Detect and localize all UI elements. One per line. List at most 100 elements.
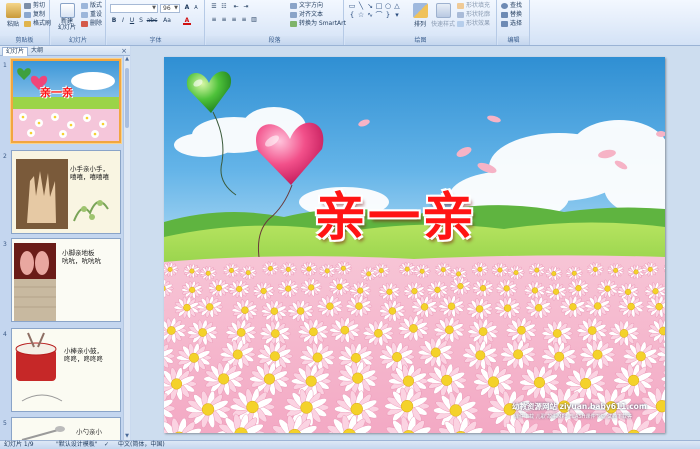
effects-icon xyxy=(457,20,464,27)
slide-thumbnail-1[interactable]: 亲一亲 xyxy=(11,59,121,143)
brush-icon xyxy=(24,20,31,27)
editing-group-label: 编辑 xyxy=(498,36,529,45)
smartart-icon xyxy=(290,20,297,27)
quick-styles-button[interactable]: 快速样式 xyxy=(431,3,455,28)
slide-title[interactable]: 亲一亲 xyxy=(314,175,476,250)
slide-5-text: 小勺亲小 xyxy=(76,428,102,436)
layout-button[interactable]: 版式 xyxy=(81,2,102,10)
change-case-button[interactable]: Aa xyxy=(162,17,172,25)
current-slide[interactable]: 亲一亲 幼教资源网站 ziyuan.baby611.com 课件下载 儿歌 故事… xyxy=(164,57,665,433)
slide-counter: 幻灯片 1/9 xyxy=(4,441,34,448)
arrow-shape-icon[interactable]: ↘ xyxy=(366,2,374,10)
slide-thumbnail-2[interactable]: 小手亲小手， 嘻嘻，嘻嘻嘻 xyxy=(11,150,121,234)
shape-outline-button[interactable]: 形状轮廓 xyxy=(457,11,490,19)
slides-group: 新建 幻灯片 版式 重设 删除 幻灯片 xyxy=(51,0,106,45)
language-indicator: 中文(简体，中国) xyxy=(118,441,165,448)
curve-shape-icon[interactable]: ∿ xyxy=(366,11,374,19)
justify-icon[interactable]: ≡ xyxy=(240,16,248,24)
slide-number: 5 xyxy=(3,420,7,427)
paste-icon xyxy=(5,3,21,18)
reset-button[interactable]: 重设 xyxy=(81,11,102,19)
oval-shape-icon[interactable]: ○ xyxy=(384,2,392,10)
slide-2-preview xyxy=(16,159,109,229)
delete-icon xyxy=(81,20,88,27)
delete-slide-button[interactable]: 删除 xyxy=(81,20,102,28)
star-shape-icon[interactable]: ☆ xyxy=(357,11,365,19)
cut-button[interactable]: 剪切 xyxy=(24,2,45,10)
more-shapes-icon[interactable]: ▾ xyxy=(393,11,401,19)
chevron-shape-icon[interactable]: ⌒ xyxy=(375,11,383,19)
align-right-icon[interactable]: ≡ xyxy=(230,16,238,24)
fill-icon xyxy=(457,2,464,9)
format-painter-button[interactable]: 格式刷 xyxy=(24,20,51,28)
font-size-combo[interactable]: 96 ▼ xyxy=(160,4,180,13)
bold-button[interactable]: B xyxy=(110,17,118,25)
slides-group-label: 幻灯片 xyxy=(51,36,105,45)
clipboard-group: 粘贴 剪切 复制 格式刷 剪贴板 xyxy=(0,0,51,45)
text-direction-icon xyxy=(290,2,297,9)
font-name-combo[interactable]: ▼ xyxy=(110,4,158,13)
columns-icon[interactable]: ▥ xyxy=(250,16,258,24)
rectangle-shape-icon[interactable]: □ xyxy=(375,2,383,10)
find-button[interactable]: 查找 xyxy=(501,2,522,10)
align-text-button[interactable]: 对齐文本 xyxy=(290,11,323,19)
bullets-icon[interactable]: ☰ xyxy=(210,3,218,11)
shrink-font-button[interactable]: A xyxy=(192,4,200,12)
close-icon[interactable]: × xyxy=(121,46,127,56)
shape-effects-button[interactable]: 形状效果 xyxy=(457,20,490,28)
select-button[interactable]: 选择 xyxy=(501,20,522,28)
spellcheck-icon[interactable]: ✓ xyxy=(104,441,109,449)
slide-1-preview xyxy=(13,61,119,141)
ribbon: 粘贴 剪切 复制 格式刷 剪贴板 新建 幻灯片 版式 重设 删除 幻灯片 ▼ 9… xyxy=(0,0,700,46)
shadow-button[interactable]: S xyxy=(137,17,145,25)
panel-tabs: 幻灯片 大纲 × xyxy=(0,46,130,56)
reset-icon xyxy=(81,11,88,18)
decrease-indent-icon[interactable]: ⇤ xyxy=(232,3,240,11)
spoon-image xyxy=(21,426,65,440)
slide-1-title: 亲一亲 xyxy=(40,86,73,99)
arrange-button[interactable]: 排列 xyxy=(409,3,431,28)
scroll-up-icon[interactable]: ▲ xyxy=(124,56,130,63)
align-left-icon[interactable]: ≡ xyxy=(210,16,218,24)
replace-button[interactable]: 替换 xyxy=(501,11,522,19)
slide-thumbnail-5[interactable]: 小勺亲小 xyxy=(11,417,121,440)
arrange-icon xyxy=(412,3,428,18)
line-shape-icon[interactable]: ╲ xyxy=(357,2,365,10)
magnifier-icon xyxy=(501,2,508,9)
convert-smartart-button[interactable]: 转换为 SmartArt xyxy=(290,20,346,28)
bracket-shape-icon[interactable]: } xyxy=(384,11,392,19)
tab-slides[interactable]: 幻灯片 xyxy=(2,47,29,56)
text-direction-button[interactable]: 文字方向 xyxy=(290,2,323,10)
font-color-button[interactable]: A xyxy=(183,17,191,25)
new-slide-button[interactable]: 新建 幻灯片 xyxy=(55,3,79,31)
textbox-shape-icon[interactable]: ▭ xyxy=(348,2,356,10)
tab-outline[interactable]: 大纲 xyxy=(28,47,46,56)
underline-button[interactable]: U xyxy=(128,17,136,25)
brace-shape-icon[interactable]: { xyxy=(348,11,356,19)
scrollbar-thumb[interactable] xyxy=(125,68,129,128)
align-text-icon xyxy=(290,11,297,18)
increase-indent-icon[interactable]: ⇥ xyxy=(242,3,250,11)
site-watermark-sub: 课件下载 儿歌 故事MP3 FLASH课件下载 试卷下载等 xyxy=(514,414,633,420)
scroll-down-icon[interactable]: ▼ xyxy=(124,433,130,440)
shape-fill-button[interactable]: 形状填充 xyxy=(457,2,490,10)
outline-icon xyxy=(457,11,464,18)
triangle-shape-icon[interactable]: △ xyxy=(393,2,401,10)
quick-styles-icon xyxy=(435,3,451,18)
align-center-icon[interactable]: ≡ xyxy=(220,16,228,24)
slide-thumbnail-4[interactable]: 小棒亲小鼓， 咚咚，咚咚咚 xyxy=(11,328,121,412)
strikethrough-button[interactable]: abc xyxy=(146,17,158,25)
slide-editor-area: 亲一亲 幼教资源网站 ziyuan.baby611.com 课件下载 儿歌 故事… xyxy=(131,46,700,440)
new-slide-icon xyxy=(59,3,75,18)
numbering-icon[interactable]: ☷ xyxy=(220,3,228,11)
grow-font-button[interactable]: A xyxy=(183,4,191,12)
chevron-down-icon: ▼ xyxy=(152,5,156,11)
slide-thumbnail-3[interactable]: 小脚亲地板 吭吭，吭吭吭 xyxy=(11,238,121,322)
clipboard-group-label: 剪贴板 xyxy=(0,36,49,45)
paste-button[interactable]: 粘贴 xyxy=(2,3,24,28)
copy-button[interactable]: 复制 xyxy=(24,11,45,19)
slide-number: 3 xyxy=(3,241,7,248)
panel-scrollbar[interactable]: ▲ ▼ xyxy=(123,56,130,440)
italic-button[interactable]: I xyxy=(119,17,127,25)
slide-number: 2 xyxy=(3,153,7,160)
